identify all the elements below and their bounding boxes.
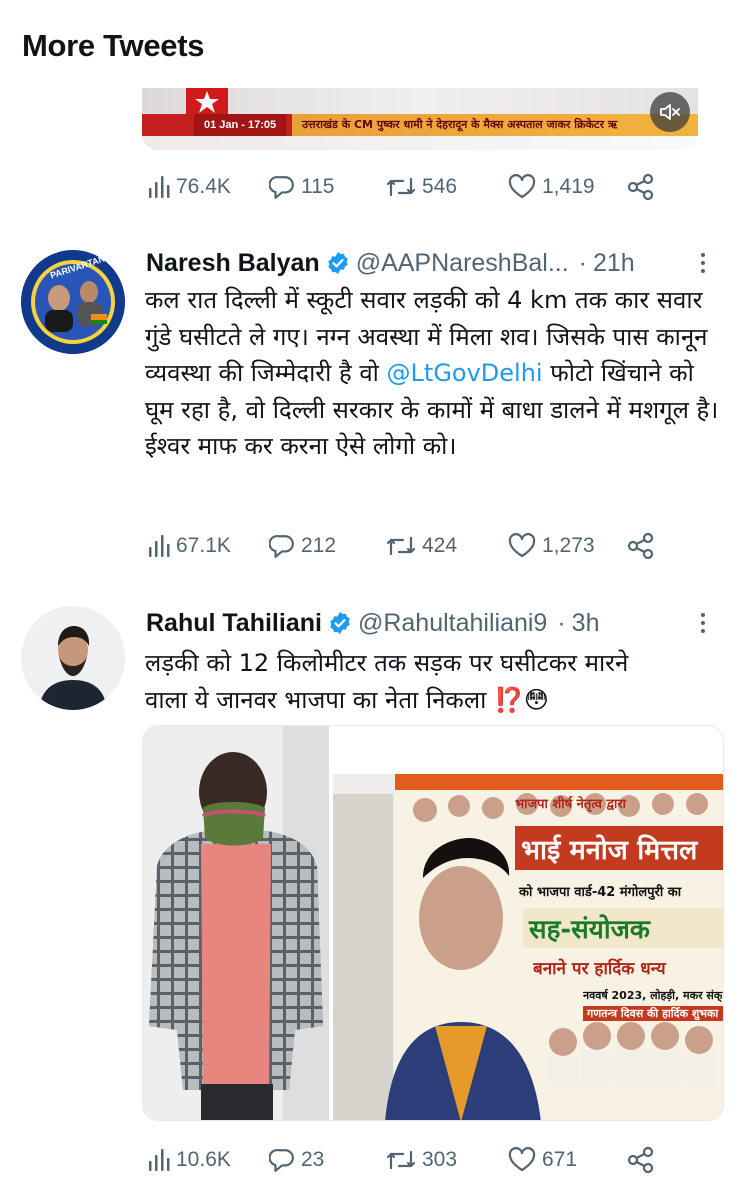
like-count: 671 — [542, 1148, 578, 1171]
reply-count: 212 — [301, 534, 337, 557]
retweet-button[interactable]: 424 — [386, 531, 457, 561]
tweet-actions: 67.1K 212 424 1,273 — [148, 531, 668, 561]
retweet-count: 546 — [422, 175, 458, 198]
views-count: 10.6K — [176, 1148, 231, 1171]
channel-logo — [186, 88, 228, 116]
photo-right-poster[interactable]: भाजपा शीर्ष नेतृत्व द्वारा भाई मनोज मित्… — [333, 774, 723, 1120]
retweet-count: 424 — [422, 534, 458, 557]
views-button[interactable]: 76.4K — [148, 172, 231, 202]
like-button[interactable]: 671 — [508, 1145, 577, 1175]
tweet-timestamp[interactable]: 3h — [572, 609, 600, 638]
author-name[interactable]: Rahul Tahiliani — [146, 609, 322, 638]
tweet-header: Naresh Balyan @AAPNareshBal... · 21h — [146, 248, 635, 278]
share-button[interactable] — [626, 1145, 656, 1175]
verified-badge-icon — [326, 251, 350, 275]
tweet-text: कल रात दिल्ली में स्कूटी सवार लड़की को 4… — [145, 286, 727, 460]
tweet-text: लड़की को 12 किलोमीटर तक सड़क पर घसीटकर म… — [145, 649, 636, 714]
heart-icon — [508, 533, 536, 558]
like-button[interactable]: 1,273 — [508, 531, 595, 561]
tweet-actions: 10.6K 23 303 671 — [148, 1145, 668, 1175]
views-count: 67.1K — [176, 534, 231, 557]
poster-line-2: भाई मनोज मित्तल — [521, 835, 698, 866]
like-count: 1,273 — [542, 534, 595, 557]
retweet-button[interactable]: 303 — [386, 1145, 457, 1175]
share-icon — [627, 1147, 654, 1173]
poster-line-3: को भाजपा वार्ड-42 मंगोलपुरी का — [519, 885, 682, 900]
heart-icon — [508, 174, 536, 199]
views-button[interactable]: 10.6K — [148, 1145, 231, 1175]
poster-line-1: भाजपा शीर्ष नेतृत्व द्वारा — [515, 797, 627, 812]
photo-left[interactable] — [143, 726, 329, 1120]
poster-line-6: नववर्ष 2023, लोहड़ी, मकर संक् — [583, 989, 723, 1002]
reply-icon — [269, 176, 294, 199]
reply-icon — [269, 1149, 294, 1172]
retweet-icon — [386, 536, 416, 556]
tweet-timestamp[interactable]: 21h — [593, 249, 635, 278]
tweet-video[interactable]: 01 Jan - 17:05 उत्तराखंड के CM पुष्कर धा… — [142, 88, 698, 150]
reply-button[interactable]: 212 — [269, 531, 336, 561]
news-ticker: उत्तराखंड के CM पुष्कर धामी ने देहरादून … — [292, 114, 698, 136]
analytics-icon — [149, 535, 170, 557]
tweet-actions: 76.4K 115 546 1,419 — [148, 172, 668, 202]
avatar[interactable]: PARIVARTAN — [21, 250, 125, 354]
heart-icon — [508, 1147, 536, 1172]
author-name[interactable]: Naresh Balyan — [146, 249, 320, 278]
analytics-icon — [149, 1149, 170, 1171]
page-title: More Tweets — [22, 28, 205, 63]
reply-count: 23 — [301, 1148, 325, 1171]
reply-button[interactable]: 115 — [269, 172, 334, 202]
retweet-count: 303 — [422, 1148, 458, 1171]
retweet-icon — [386, 1150, 416, 1170]
views-count: 76.4K — [176, 175, 231, 198]
author-handle[interactable]: @Rahultahiliani9 — [358, 609, 547, 638]
avatar[interactable] — [21, 606, 125, 710]
like-count: 1,419 — [542, 175, 595, 198]
share-icon — [627, 533, 654, 559]
news-date-chip: 01 Jan - 17:05 — [194, 114, 287, 136]
tweet-header: Rahul Tahiliani @Rahultahiliani9 · 3h — [146, 608, 600, 638]
more-options-icon[interactable] — [693, 608, 713, 638]
share-button[interactable] — [626, 531, 656, 561]
poster-line-4: सह-संयोजक — [529, 915, 650, 945]
speaker-muted-icon[interactable] — [650, 92, 690, 132]
poster-line-5: बनाने पर हार्दिक धन्य — [533, 959, 666, 979]
verified-badge-icon — [328, 611, 352, 635]
tweet-media[interactable]: भाजपा शीर्ष नेतृत्व द्वारा भाई मनोज मित्… — [142, 725, 724, 1121]
mention-link[interactable]: @LtGovDelhi — [387, 359, 543, 387]
analytics-icon — [149, 176, 170, 198]
author-handle[interactable]: @AAPNareshBal... — [356, 249, 569, 278]
reply-button[interactable]: 23 — [269, 1145, 324, 1175]
share-icon — [627, 174, 654, 200]
views-button[interactable]: 67.1K — [148, 531, 231, 561]
reply-icon — [269, 535, 294, 558]
reply-count: 115 — [301, 175, 335, 198]
share-button[interactable] — [626, 172, 656, 202]
retweet-icon — [386, 177, 416, 197]
retweet-button[interactable]: 546 — [386, 172, 457, 202]
like-button[interactable]: 1,419 — [508, 172, 595, 202]
more-options-icon[interactable] — [693, 248, 713, 278]
poster-line-7: गणतन्त्र दिवस की हार्दिक शुभका — [583, 1006, 723, 1021]
